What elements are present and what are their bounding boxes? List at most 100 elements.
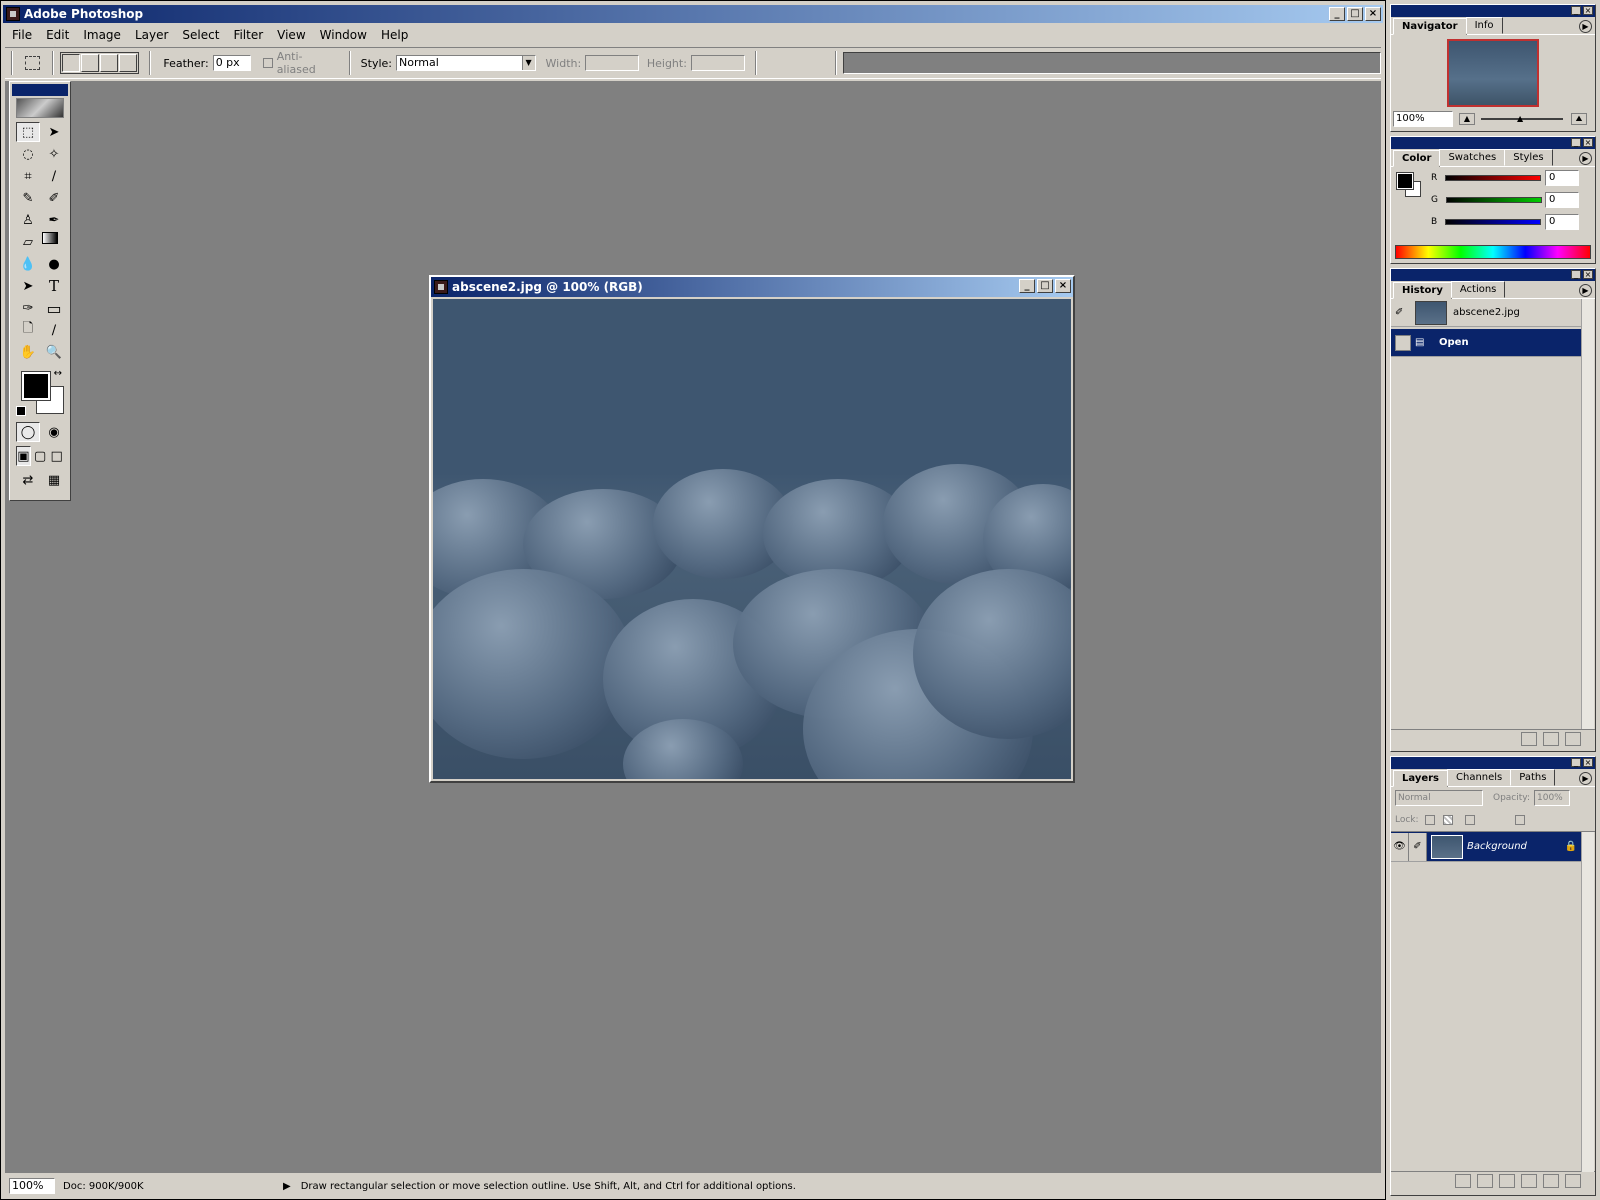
zoom-slider-thumb[interactable]: ▲ [1517,114,1523,123]
status-doc-size[interactable]: Doc: 900K/900K [63,1181,263,1192]
history-scrollbar[interactable] [1581,299,1594,729]
subtract-selection-icon[interactable] [100,54,119,72]
panel-close-icon[interactable]: × [1583,6,1593,15]
panel-titlebar[interactable]: _ × [1391,137,1595,149]
document-canvas-clouds[interactable] [433,299,1071,779]
new-set-icon[interactable] [1499,1174,1515,1188]
zoom-out-icon[interactable]: ▲ [1459,113,1475,125]
eraser-icon[interactable]: ▱ [16,232,40,252]
layers-scrollbar[interactable] [1581,832,1594,1172]
red-slider[interactable] [1445,175,1542,181]
adobe-logo-icon[interactable] [16,98,64,118]
standard-screen-icon[interactable]: ▣ [16,446,31,466]
document-titlebar[interactable]: abscene2.jpg @ 100% (RGB) _ □ × [431,277,1073,297]
green-value-input[interactable]: 0 [1545,192,1579,208]
menu-file[interactable]: File [5,28,39,42]
color-fg-swatch[interactable] [1396,172,1414,190]
lock-position-icon[interactable] [1464,815,1475,825]
type-tool-icon[interactable]: T [42,276,66,296]
crop-icon[interactable]: ⌗ [16,166,40,186]
tab-styles[interactable]: Styles [1504,149,1553,166]
menu-edit[interactable]: Edit [39,28,76,42]
feather-input[interactable]: 0 px [212,55,252,71]
menu-view[interactable]: View [270,28,312,42]
tab-info[interactable]: Info [1465,17,1503,34]
style-select[interactable]: Normal ▼ [396,55,536,71]
rectangular-marquee-icon[interactable]: ⬚ [16,122,40,142]
marquee-preset-icon[interactable] [25,56,41,70]
panel-titlebar[interactable]: _ × [1391,757,1595,769]
new-layer-icon[interactable] [1543,1174,1559,1188]
panel-close-icon[interactable]: × [1583,138,1593,147]
eyedropper-icon[interactable]: ∕ [42,320,66,340]
brush-icon[interactable]: ✐ [42,188,66,208]
jump-to-imageready-icon[interactable]: ⇄ [16,470,40,490]
pen-icon[interactable]: ✑ [16,298,40,318]
tab-channels[interactable]: Channels [1447,769,1512,786]
layer-row-background[interactable]: 👁 ✐ Background 🔒 [1391,832,1581,862]
history-state-row[interactable]: ▤ Open [1391,329,1581,357]
notes-icon[interactable]: 🗋 [16,320,40,340]
dodge-icon[interactable]: ● [42,254,66,274]
navigator-preview[interactable] [1447,39,1539,107]
menu-filter[interactable]: Filter [226,28,270,42]
tab-color[interactable]: Color [1393,150,1441,167]
blue-value-input[interactable]: 0 [1545,214,1579,230]
lasso-icon[interactable]: ◌ [16,144,40,164]
close-button[interactable]: × [1365,7,1381,21]
panel-minimize-icon[interactable]: _ [1571,758,1581,767]
new-snapshot-icon[interactable] [1543,732,1559,746]
doc-maximize-button[interactable]: □ [1037,279,1053,293]
trash-icon[interactable] [1565,732,1581,746]
panel-close-icon[interactable]: × [1583,270,1593,279]
imageready-icon[interactable]: ▦ [42,470,66,490]
tab-actions[interactable]: Actions [1450,281,1506,298]
menu-layer[interactable]: Layer [128,28,175,42]
panel-menu-icon[interactable]: ▶ [1579,20,1592,33]
history-brush-icon[interactable]: ✒ [42,210,66,230]
brush-link-icon[interactable]: ✐ [1409,832,1427,861]
tab-layers[interactable]: Layers [1393,770,1448,787]
status-arrow-icon[interactable]: ▶ [283,1181,291,1192]
magic-wand-icon[interactable]: ✧ [42,144,66,164]
blue-slider[interactable] [1445,219,1542,225]
doc-minimize-button[interactable]: _ [1019,279,1035,293]
layer-style-icon[interactable] [1455,1174,1471,1188]
gradient-icon[interactable] [42,232,58,244]
add-selection-icon[interactable] [81,54,100,72]
panel-minimize-icon[interactable]: _ [1571,138,1581,147]
menu-image[interactable]: Image [76,28,128,42]
menu-help[interactable]: Help [374,28,415,42]
menu-window[interactable]: Window [313,28,374,42]
minimize-button[interactable]: _ [1329,7,1345,21]
lock-transparency-icon[interactable] [1424,815,1435,825]
default-colors-icon[interactable] [16,406,26,416]
menu-select[interactable]: Select [175,28,226,42]
zoom-icon[interactable]: 🔍 [42,342,66,362]
state-toggle-box[interactable] [1395,334,1411,351]
lock-all-icon[interactable] [1514,815,1525,825]
maximize-button[interactable]: □ [1347,7,1363,21]
blend-mode-select[interactable]: Normal [1395,790,1483,806]
tab-swatches[interactable]: Swatches [1439,149,1506,166]
panel-menu-icon[interactable]: ▶ [1579,284,1592,297]
path-selection-icon[interactable]: ➤ [16,276,40,296]
toolbox-titlebar[interactable] [12,84,68,96]
clone-stamp-icon[interactable]: ♙ [16,210,40,230]
standard-mode-icon[interactable]: ◯ [16,422,40,442]
antialiased-checkbox[interactable] [263,58,273,68]
tab-history[interactable]: History [1393,282,1452,299]
panel-minimize-icon[interactable]: _ [1571,270,1581,279]
doc-close-button[interactable]: × [1055,279,1071,293]
panel-menu-icon[interactable]: ▶ [1579,152,1592,165]
navigator-zoom-input[interactable]: 100% [1393,111,1453,127]
history-brush-source-icon[interactable]: ✐ [1395,307,1411,318]
panel-menu-icon[interactable]: ▶ [1579,772,1592,785]
opacity-input[interactable]: 100% [1534,790,1570,806]
history-snapshot-row[interactable]: ✐ abscene2.jpg [1391,299,1581,327]
intersect-selection-icon[interactable] [119,54,138,72]
zoom-slider[interactable]: ▲ [1481,114,1563,123]
blur-icon[interactable]: 💧 [16,254,40,274]
zoom-in-icon[interactable]: ⛰ [1571,113,1587,125]
hand-icon[interactable]: ✋ [16,342,40,362]
